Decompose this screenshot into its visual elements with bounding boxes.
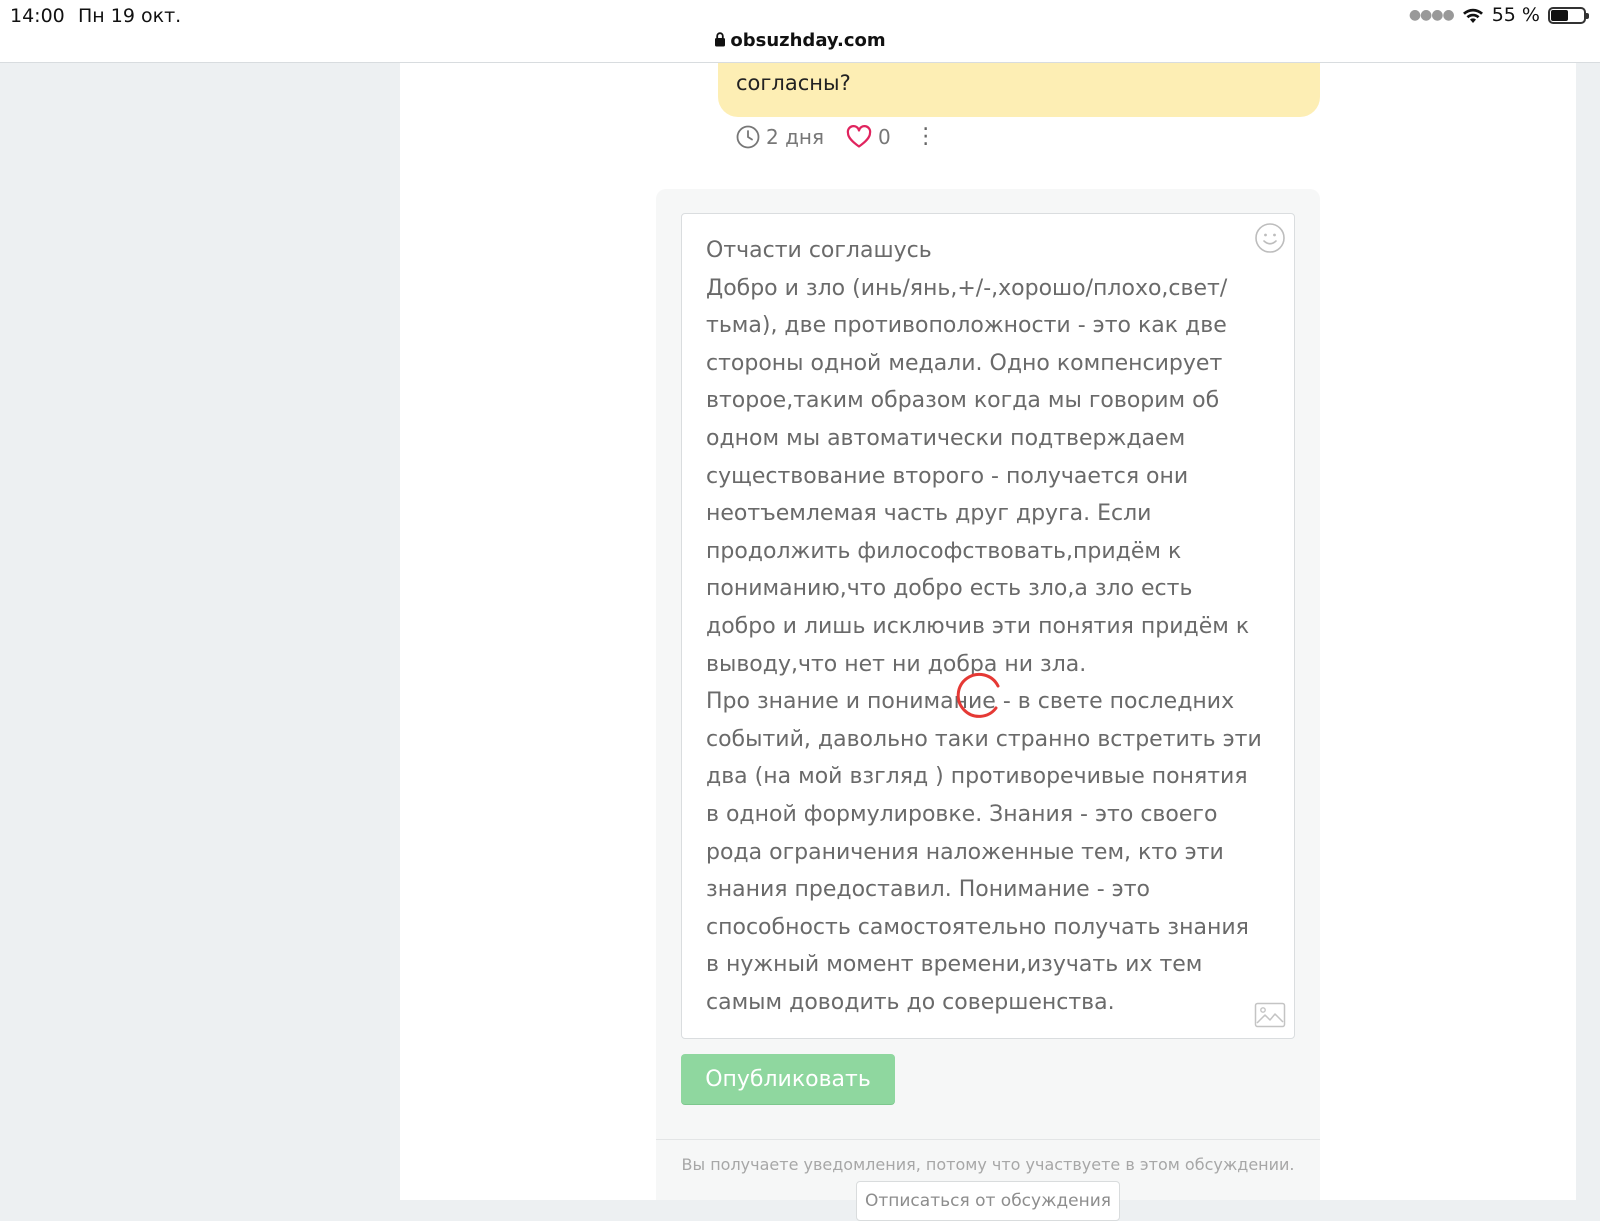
status-bar: 14:00 Пн 19 окт. ●●●● 55 % obsuzhday.com xyxy=(0,0,1600,63)
unsubscribe-button[interactable]: Отписаться от обсуждения xyxy=(856,1181,1120,1221)
battery-level xyxy=(1551,9,1568,21)
lock-icon xyxy=(715,32,726,47)
address-bar[interactable]: obsuzhday.com xyxy=(0,30,1600,51)
previous-message-bubble: согласны? xyxy=(718,63,1320,117)
status-indicators: ●●●● 55 % xyxy=(1408,4,1589,26)
discussion-page: согласны? 2 дня 0 ⋮ Отчасти соглашусь До… xyxy=(400,63,1576,1221)
image-icon[interactable] xyxy=(1254,1002,1286,1028)
url-text: obsuzhday.com xyxy=(730,30,886,51)
wifi-icon xyxy=(1462,8,1483,23)
message-meta: 2 дня 0 ⋮ xyxy=(736,125,937,149)
like-count: 0 xyxy=(878,125,891,149)
notification-notice: Вы получаете уведомления, потому что уча… xyxy=(681,1155,1295,1174)
clock-icon xyxy=(736,125,760,149)
signal-dots-icon: ●●●● xyxy=(1408,7,1455,23)
loading-spinner-icon xyxy=(956,672,1000,718)
smiley-icon[interactable] xyxy=(1254,222,1286,254)
like-heart-icon[interactable] xyxy=(846,125,872,149)
more-options-icon[interactable]: ⋮ xyxy=(915,126,937,148)
publish-button[interactable]: Опубликовать xyxy=(681,1054,895,1104)
reply-editor[interactable]: Отчасти соглашусь Добро и зло (инь/янь,+… xyxy=(681,213,1295,1039)
message-age: 2 дня xyxy=(766,125,825,149)
reply-composer: Отчасти соглашусь Добро и зло (инь/янь,+… xyxy=(656,189,1320,1221)
status-date: Пн 19 окт. xyxy=(78,5,182,27)
previous-message-text: согласны? xyxy=(736,71,851,95)
divider xyxy=(656,1139,1320,1140)
battery-icon xyxy=(1548,6,1589,24)
reply-text[interactable]: Отчасти соглашусь Добро и зло (инь/янь,+… xyxy=(706,232,1266,1021)
battery-percent: 55 % xyxy=(1491,4,1540,26)
status-time: 14:00 xyxy=(10,5,65,27)
